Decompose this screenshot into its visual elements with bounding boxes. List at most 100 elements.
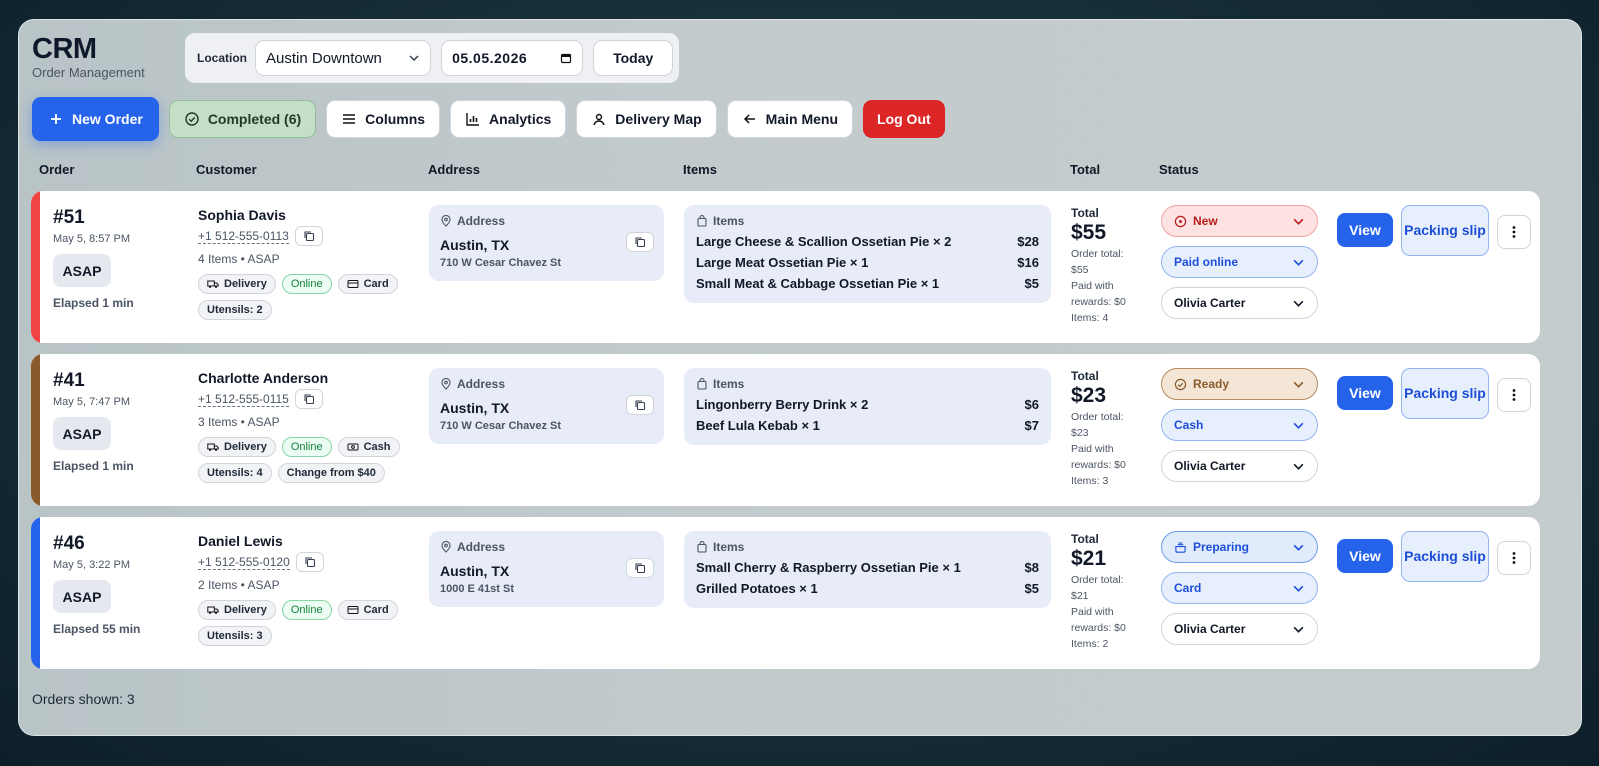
payment-value: Cash: [1174, 418, 1204, 432]
log-out-button[interactable]: Log Out: [863, 100, 945, 138]
col-status: Status: [1159, 162, 1199, 177]
chevron-down-icon: [1293, 259, 1304, 266]
status-select[interactable]: New: [1161, 205, 1318, 237]
total-meta: Order total: $23 Paid with rewards: $0 Items…: [1071, 409, 1151, 489]
analytics-button[interactable]: Analytics: [450, 100, 567, 138]
total-meta-line: Order total:: [1071, 248, 1124, 260]
copy-address-button[interactable]: [626, 395, 654, 415]
chip-label: Utensils: 3: [207, 630, 263, 642]
location-value: Austin Downtown: [266, 49, 382, 67]
copy-phone-button[interactable]: [295, 552, 324, 572]
address-street: 710 W Cesar Chavez St: [440, 420, 562, 432]
order-number: #51: [53, 207, 85, 228]
delivery-map-button[interactable]: Delivery Map: [576, 100, 717, 138]
location-label: Location: [197, 51, 247, 65]
total-meta-line: rewards: $0: [1071, 622, 1126, 634]
customer-phone[interactable]: +1 512-555-0120: [198, 555, 290, 570]
location-select[interactable]: Austin Downtown: [255, 40, 432, 76]
item-name: Large Cheese & Scallion Ossetian Pie × 2: [696, 234, 952, 249]
address-label: Address: [457, 377, 506, 391]
columns-button[interactable]: Columns: [326, 100, 441, 138]
map-pin-person-icon: [593, 113, 605, 126]
copy-address-button[interactable]: [626, 558, 654, 578]
courier-select[interactable]: Olivia Carter: [1161, 613, 1318, 645]
calendar-icon[interactable]: [560, 52, 572, 64]
customer-info: Sophia Davis +1 512-555-0113 4 Items • A…: [198, 207, 418, 320]
item-name: Small Cherry & Raspberry Ossetian Pie × …: [696, 560, 961, 575]
order-chips: Delivery Online Cash Utensils: 4 Change from…: [198, 437, 418, 483]
courier-select[interactable]: Olivia Carter: [1161, 287, 1318, 319]
date-input[interactable]: 05.05.2026: [441, 40, 584, 76]
view-button[interactable]: View: [1337, 376, 1393, 410]
col-total: Total: [1070, 162, 1101, 177]
total-meta-line: rewards: $0: [1071, 296, 1126, 308]
copy-icon: [635, 237, 646, 248]
completed-button[interactable]: Completed (6): [168, 100, 317, 138]
item-price: $16: [1017, 255, 1039, 270]
credit-card-icon: [347, 606, 359, 614]
chevron-down-icon: [1293, 544, 1304, 551]
total-amount: $55: [1071, 221, 1107, 244]
total-meta-line: Paid with: [1071, 443, 1114, 455]
customer-phone[interactable]: +1 512-555-0115: [198, 392, 289, 407]
payment-select[interactable]: Cash: [1161, 409, 1318, 441]
payment-select[interactable]: Paid online: [1161, 246, 1318, 278]
chip: Utensils: 4: [198, 463, 272, 483]
order-meta: 4 Items • ASAP: [198, 252, 280, 266]
status-value: Ready: [1193, 377, 1230, 391]
today-button[interactable]: Today: [593, 40, 674, 76]
copy-phone-button[interactable]: [294, 226, 323, 246]
customer-phone[interactable]: +1 512-555-0113: [198, 229, 289, 244]
menu-lines-icon: [343, 114, 356, 124]
phone-row: +1 512-555-0113: [198, 226, 418, 246]
status-select[interactable]: Preparing: [1161, 531, 1318, 563]
customer-info: Charlotte Anderson +1 512-555-0115 3 Ite…: [198, 370, 418, 483]
item-row: Large Meat Ossetian Pie × 1 $16: [696, 255, 1039, 270]
item-row: Small Cherry & Raspberry Ossetian Pie × …: [696, 560, 1039, 575]
order-date: May 5, 8:57 PM: [53, 233, 131, 245]
item-name: Small Meat & Cabbage Ossetian Pie × 1: [696, 276, 940, 291]
chevron-down-icon: [1293, 381, 1304, 388]
more-actions-button[interactable]: [1497, 378, 1531, 412]
payment-select[interactable]: Card: [1161, 572, 1318, 604]
packing-slip-button[interactable]: Packing slip: [1401, 531, 1489, 582]
plus-icon: [51, 114, 61, 124]
view-button[interactable]: View: [1337, 539, 1393, 573]
packing-slip-button[interactable]: Packing slip: [1401, 368, 1489, 419]
total-meta-line: Paid with: [1071, 280, 1114, 292]
more-actions-button[interactable]: [1497, 541, 1531, 575]
status-select[interactable]: Ready: [1161, 368, 1318, 400]
address-city: Austin, TX: [440, 237, 510, 253]
col-address: Address: [428, 162, 481, 177]
elapsed-time: Elapsed 1 min: [53, 459, 134, 473]
orders-shown-count: Orders shown: 3: [32, 691, 135, 707]
cash-icon: [347, 443, 359, 451]
courier-select[interactable]: Olivia Carter: [1161, 450, 1318, 482]
view-button[interactable]: View: [1337, 213, 1393, 247]
new-order-button[interactable]: New Order: [32, 97, 159, 141]
crm-panel: CRM Order Management Location Austin Dow…: [18, 19, 1582, 736]
arrow-left-icon: [743, 114, 755, 124]
elapsed-time: Elapsed 1 min: [53, 296, 134, 310]
phone-row: +1 512-555-0120: [198, 552, 418, 572]
items-box: Items Small Cherry & Raspberry Ossetian …: [684, 531, 1051, 608]
address-label: Address: [457, 214, 506, 228]
item-row: Beef Lula Kebab × 1 $7: [696, 418, 1039, 433]
completed-label: Completed (6): [207, 111, 302, 127]
copy-icon: [304, 231, 314, 242]
copy-address-button[interactable]: [626, 232, 654, 252]
items-header: Items: [696, 377, 1039, 391]
order-meta: 2 Items • ASAP: [198, 578, 280, 592]
total-meta-line: Items: 3: [1071, 475, 1109, 487]
totals: Total $55 Order total: $55 Paid with reward…: [1071, 206, 1151, 326]
chip: Utensils: 3: [198, 626, 272, 646]
truck-icon: [207, 606, 219, 614]
truck-icon: [207, 443, 219, 451]
packing-slip-button[interactable]: Packing slip: [1401, 205, 1489, 256]
main-menu-button[interactable]: Main Menu: [726, 100, 854, 138]
address-box: Address Austin, TX 1000 E 41st St: [429, 531, 664, 607]
copy-phone-button[interactable]: [294, 389, 323, 409]
more-actions-button[interactable]: [1497, 215, 1531, 249]
app-subtitle: Order Management: [32, 65, 145, 80]
chip: Change from $40: [277, 463, 385, 483]
